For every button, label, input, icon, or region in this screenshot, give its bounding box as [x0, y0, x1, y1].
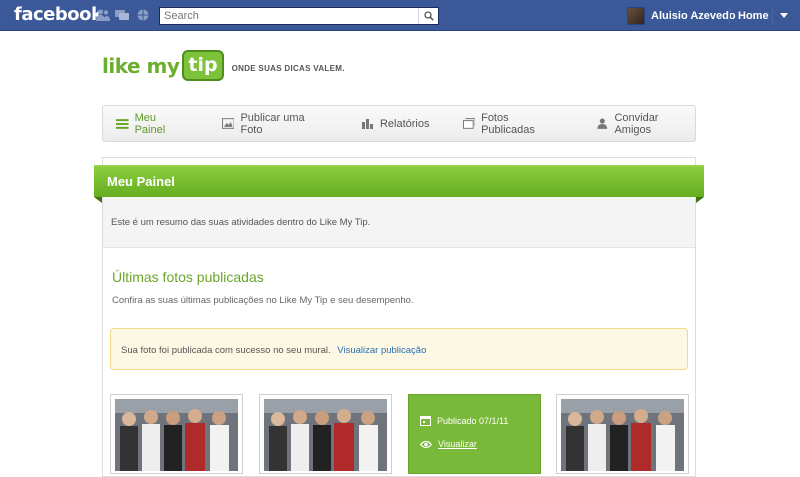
view-post-link[interactable]: Visualizar publicação — [337, 345, 426, 356]
person-icon — [597, 118, 607, 129]
view-label: Visualizar — [438, 439, 477, 449]
section-title: Últimas fotos publicadas — [112, 269, 264, 285]
facebook-search-box — [159, 7, 439, 25]
bar-chart-icon — [361, 119, 373, 129]
nav-item-publicar-foto[interactable]: Publicar uma Foto — [221, 106, 327, 141]
tagline: ONDE SUAS DICAS VALEM. — [231, 64, 345, 73]
photo-card[interactable] — [259, 394, 392, 474]
home-link[interactable]: Home — [738, 10, 769, 22]
nav-label: Relatórios — [379, 117, 430, 130]
calendar-icon — [420, 416, 431, 426]
intro-text: Este é um resumo das suas atividades den… — [111, 217, 371, 228]
nav-item-convidar-amigos[interactable]: Convidar Amigos — [596, 106, 695, 141]
published-label: Publicado 07/1/11 — [437, 415, 509, 426]
search-input[interactable] — [160, 8, 418, 24]
menu-lines-icon — [116, 119, 129, 129]
published-photo — [561, 399, 684, 471]
nav-label: Convidar Amigos — [614, 111, 659, 136]
photo-card[interactable] — [556, 394, 689, 474]
logo-tip-badge: tip — [182, 50, 224, 81]
photos-stack-icon — [462, 118, 476, 129]
alert-message: Sua foto foi publicada com sucesso no se… — [121, 345, 426, 356]
section-subtitle: Confira as suas últimas publicações no L… — [112, 295, 414, 306]
published-date: Publicado 07/1/11 — [420, 415, 508, 426]
like-my-tip-logo[interactable]: like my tip ONDE SUAS DICAS VALEM. — [102, 50, 345, 81]
logo-word: like my — [102, 53, 180, 78]
photo-card[interactable] — [110, 394, 243, 474]
friends-icon[interactable] — [96, 9, 110, 21]
success-alert: Sua foto foi publicada com sucesso no se… — [110, 328, 688, 370]
divider — [729, 7, 730, 25]
divider — [772, 7, 773, 25]
photo-image — [561, 399, 684, 471]
eye-icon — [420, 440, 432, 448]
view-photo-link[interactable]: Visualizar — [420, 439, 477, 449]
panel-title: Meu Painel — [94, 165, 704, 197]
notifications-globe-icon[interactable] — [136, 9, 150, 21]
facebook-logo[interactable]: facebook — [14, 4, 103, 25]
account-caret-icon[interactable] — [780, 13, 788, 18]
user-name: Aluisio Azevedo — [651, 10, 736, 22]
ribbon-fold-left — [94, 197, 102, 203]
search-icon — [423, 11, 434, 21]
nav-item-relatorios[interactable]: Relatórios — [361, 106, 430, 141]
nav-item-meu-painel[interactable]: Meu Painel — [116, 106, 188, 141]
nav-item-fotos-publicadas[interactable]: Fotos Publicadas — [462, 106, 563, 141]
alert-text: Sua foto foi publicada com sucesso no se… — [121, 345, 331, 356]
nav-label: Publicar uma Foto — [240, 111, 305, 136]
main-nav: Meu Painel Publicar uma Foto Relatórios … — [102, 105, 696, 142]
messages-icon[interactable] — [115, 9, 129, 21]
nav-label: Meu Painel — [134, 111, 166, 136]
facebook-top-bar: facebook Aluisio Azevedo Home — [0, 0, 800, 31]
search-button[interactable] — [418, 8, 438, 24]
intro-box: Este é um resumo das suas atividades den… — [103, 197, 695, 248]
avatar — [627, 7, 645, 25]
published-photo — [264, 399, 387, 471]
image-icon — [221, 118, 235, 129]
photo-card-details[interactable]: Publicado 07/1/11 Visualizar — [408, 394, 541, 474]
ribbon-fold-right — [696, 197, 704, 203]
published-photo — [115, 399, 238, 471]
photo-image — [264, 399, 387, 471]
nav-label: Fotos Publicadas — [481, 111, 535, 136]
user-profile-link[interactable]: Aluisio Azevedo — [627, 7, 736, 25]
photo-image — [115, 399, 238, 471]
